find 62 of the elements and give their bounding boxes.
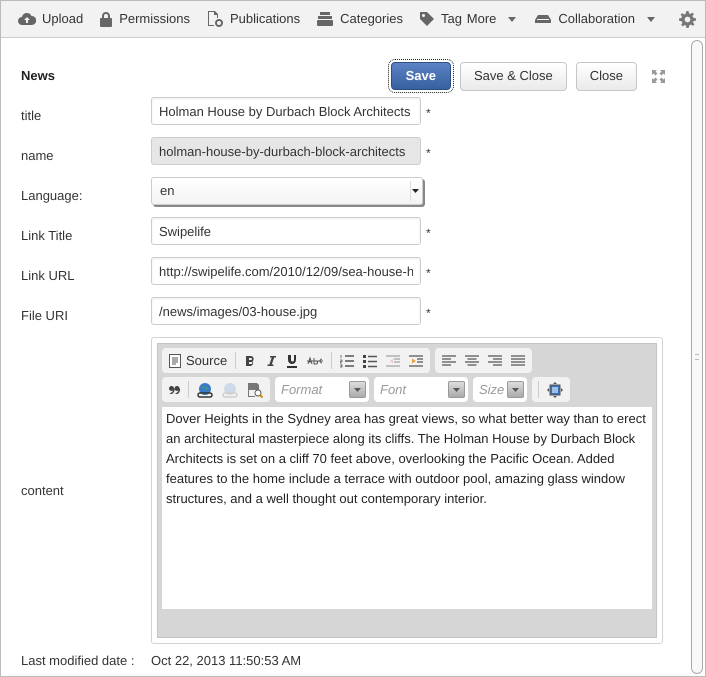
input-field[interactable]: Swipelife [151,217,421,245]
globe-link-icon [197,382,213,398]
field-label: name [21,147,55,166]
language-select[interactable]: en [151,177,423,205]
required-mark: * [426,144,431,162]
tray-stack-icon [316,11,334,27]
field-label: Language: [21,187,84,206]
tag-icon [418,11,435,27]
field-label: Last modified date : [21,652,136,670]
editor-text: Dover Heights in the Sydney area has great views, so what better way than to erect an architectural masterpiece along its cliffs. The Holman House by Durbach Block Architects is set on a cliff 70 feet above, overlooking the Pacific Ocean. Added features to the home include a terrace with outdoor pool, amazing glass window structures, and a well thought out contemporary interior. [166,410,647,508]
required-mark: * [426,224,431,242]
lock-icon [99,11,114,27]
toolbar-button[interactable]: Categories [316,9,403,29]
align-left-icon [442,354,456,366]
maximize-icon [547,382,563,398]
document-search-icon [247,382,263,398]
more-menu[interactable]: More [466,9,516,29]
collaboration-menu[interactable]: Collaboration [534,9,655,29]
form-button[interactable]: Close [576,62,637,90]
toolbar-button[interactable]: Permissions [99,9,190,29]
italic-icon [265,354,278,366]
form-heading: News [21,67,55,86]
numbered-list-icon [340,354,354,368]
indent-icon [409,354,424,366]
input-field[interactable]: http://swipelife.com/2010/12/09/sea-house-h [151,257,421,285]
field-label: Link Title [21,227,74,246]
align-center-icon [465,354,480,366]
field-label: title [21,107,42,126]
toolbar-button[interactable]: Publications [206,9,300,29]
input-field[interactable]: holman-house-by-durbach-block-architects [151,137,421,165]
caret-icon [508,16,516,22]
tray-icon [534,14,552,24]
scrollbar[interactable] [691,40,703,674]
justify-icon [511,354,526,366]
underline-icon [286,354,298,368]
expand-icon[interactable] [652,70,665,82]
toolbar-button[interactable]: Tag [418,9,462,29]
caret-icon [647,16,655,22]
cloud-upload-icon [18,12,36,26]
form-button[interactable]: Save & Close [460,62,567,90]
required-mark: * [426,304,431,322]
modified-date: Oct 22, 2013 11:50:53 AM [151,652,302,670]
settings-icon[interactable] [679,10,696,28]
document-icon [169,354,181,368]
bold-icon [244,354,256,366]
bullet-list-icon [363,354,378,368]
globe-icon [222,382,238,398]
field-label: Link URL [21,267,76,286]
input-field[interactable]: Holman House by Durbach Block Architects [151,97,421,125]
dropdown-arrow-icon [410,181,420,201]
toolbar-button[interactable]: Upload [18,9,84,29]
field-label: File URI [21,307,69,326]
strikethrough-icon [307,356,324,366]
input-field[interactable]: /news/images/03-house.jpg [151,297,421,325]
align-right-icon [488,354,502,366]
required-mark: * [426,104,431,122]
quote-icon [169,386,180,394]
outdent-icon [386,354,400,366]
field-label: content [21,482,65,500]
document-gear-icon [206,10,224,28]
save-button[interactable]: Save [390,62,451,90]
required-mark: * [426,264,431,282]
